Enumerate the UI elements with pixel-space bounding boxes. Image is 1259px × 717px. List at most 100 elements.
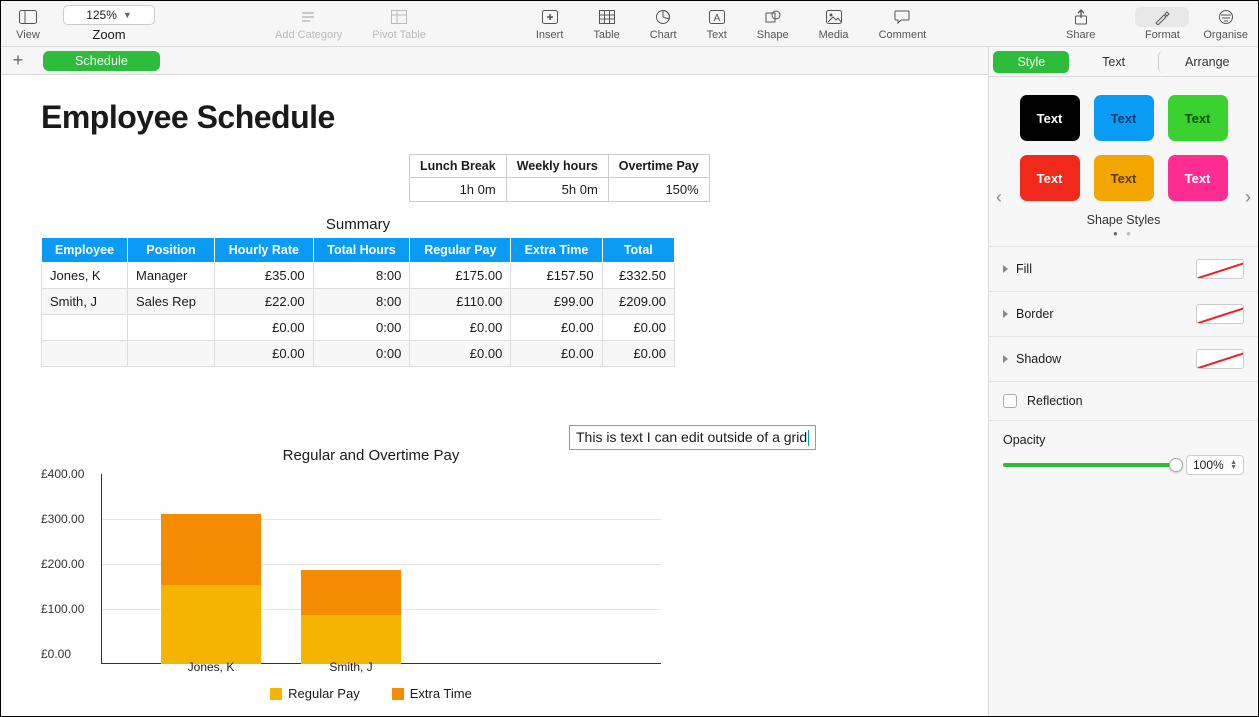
shape-styles-label: Shape Styles (989, 213, 1258, 227)
fill-swatch-none[interactable] (1196, 259, 1244, 279)
zoom-control[interactable]: 125% ▼ Zoom (63, 5, 155, 42)
tab-text[interactable]: Text (1078, 51, 1149, 73)
summary-table[interactable]: EmployeePositionHourly RateTotal HoursRe… (41, 237, 675, 367)
table-cell[interactable]: £0.00 (602, 341, 674, 367)
text-cursor (808, 430, 809, 446)
settings-table[interactable]: Lunch Break Weekly hours Overtime Pay 1h… (409, 154, 710, 202)
inspector-tabs: Style Text Arrange (989, 47, 1258, 77)
border-swatch-none[interactable] (1196, 304, 1244, 324)
document-canvas[interactable]: Employee Schedule Lunch Break Weekly hou… (1, 75, 990, 716)
table-cell[interactable]: Sales Rep (128, 289, 215, 315)
shape-style-swatch[interactable]: Text (1020, 95, 1080, 141)
table-cell[interactable]: £157.50 (511, 263, 602, 289)
table-cell[interactable]: £0.00 (511, 341, 602, 367)
shape-button[interactable]: Shape (757, 7, 789, 41)
format-label: Format (1145, 29, 1180, 41)
table-row[interactable]: £0.000:00£0.00£0.00£0.00 (42, 315, 675, 341)
table-cell[interactable]: £175.00 (410, 263, 511, 289)
organise-button[interactable]: Organise (1203, 1, 1248, 46)
table-cell[interactable] (42, 315, 128, 341)
media-icon (826, 7, 842, 27)
shape-style-swatch[interactable]: Text (1094, 155, 1154, 201)
table-row[interactable]: £0.000:00£0.00£0.00£0.00 (42, 341, 675, 367)
reflection-checkbox[interactable] (1003, 394, 1017, 408)
table-cell[interactable]: £0.00 (410, 341, 511, 367)
media-button[interactable]: Media (819, 7, 849, 41)
chart-x-tick: Jones, K (188, 660, 235, 674)
shadow-row[interactable]: Shadow (989, 336, 1258, 381)
add-category-button[interactable]: Add Category (275, 7, 342, 41)
chevron-right-icon (1003, 310, 1008, 318)
table-cell[interactable] (42, 341, 128, 367)
table-cell[interactable]: Smith, J (42, 289, 128, 315)
sheet-tab-schedule[interactable]: Schedule (43, 51, 160, 71)
table-cell[interactable]: 0:00 (313, 341, 410, 367)
opacity-field[interactable]: 100% ▲▼ (1186, 455, 1244, 475)
table-cell[interactable]: 8:00 (313, 289, 410, 315)
summary-header: Employee (42, 238, 128, 263)
opacity-stepper[interactable]: ▲▼ (1230, 460, 1237, 470)
table-cell[interactable]: £35.00 (215, 263, 314, 289)
table-cell[interactable]: £22.00 (215, 289, 314, 315)
shadow-label: Shadow (1016, 352, 1061, 366)
shape-style-swatch[interactable]: Text (1168, 95, 1228, 141)
style-prev-button[interactable]: ‹ (991, 187, 1007, 207)
table-cell[interactable]: 8:00 (313, 263, 410, 289)
table-cell[interactable] (128, 315, 215, 341)
view-button[interactable]: View (11, 1, 45, 46)
floating-text-content: This is text I can edit outside of a gri… (576, 429, 807, 445)
style-next-button[interactable]: › (1240, 187, 1256, 207)
shape-style-swatch[interactable]: Text (1020, 155, 1080, 201)
table-cell[interactable]: £209.00 (602, 289, 674, 315)
shape-style-swatch[interactable]: Text (1168, 155, 1228, 201)
settings-cell[interactable]: 5h 0m (506, 178, 608, 202)
opacity-section: Opacity 100% ▲▼ (989, 420, 1258, 487)
table-cell[interactable]: Jones, K (42, 263, 128, 289)
table-cell[interactable]: £110.00 (410, 289, 511, 315)
table-cell[interactable]: £0.00 (410, 315, 511, 341)
table-cell[interactable]: £332.50 (602, 263, 674, 289)
chart-button[interactable]: Chart (650, 7, 677, 41)
table-row[interactable]: Smith, JSales Rep£22.008:00£110.00£99.00… (42, 289, 675, 315)
tab-arrange[interactable]: Arrange (1158, 51, 1253, 73)
shape-style-swatch[interactable]: Text (1094, 95, 1154, 141)
share-button[interactable]: Share (1066, 1, 1095, 46)
pivot-table-icon (391, 7, 407, 27)
settings-cell[interactable]: 1h 0m (410, 178, 507, 202)
text-button[interactable]: A Text (707, 7, 727, 41)
chart-regular-overtime-pay[interactable]: Regular and Overtime Pay £0.00£100.00£20… (41, 447, 701, 703)
border-row[interactable]: Border (989, 291, 1258, 336)
opacity-slider[interactable] (1003, 463, 1176, 467)
comment-button[interactable]: Comment (879, 7, 927, 41)
tab-style[interactable]: Style (993, 51, 1069, 73)
shadow-swatch-none[interactable] (1196, 349, 1244, 369)
table-row[interactable]: Jones, KManager£35.008:00£175.00£157.50£… (42, 263, 675, 289)
table-cell[interactable]: 0:00 (313, 315, 410, 341)
table-cell[interactable]: £0.00 (215, 315, 314, 341)
reflection-row[interactable]: Reflection (989, 381, 1258, 420)
insert-button[interactable]: Insert (536, 7, 564, 41)
settings-header-weekly: Weekly hours (506, 155, 608, 178)
add-category-label: Add Category (275, 29, 342, 41)
add-sheet-button[interactable]: + (7, 50, 29, 72)
table-cell[interactable]: £99.00 (511, 289, 602, 315)
summary-title[interactable]: Summary (41, 216, 675, 233)
pivot-table-button[interactable]: Pivot Table (372, 7, 426, 41)
share-label: Share (1066, 29, 1095, 41)
table-cell[interactable]: £0.00 (511, 315, 602, 341)
summary-header: Extra Time (511, 238, 602, 263)
table-cell[interactable]: £0.00 (215, 341, 314, 367)
settings-cell[interactable]: 150% (608, 178, 709, 202)
table-cell[interactable]: £0.00 (602, 315, 674, 341)
floating-text-box[interactable]: This is text I can edit outside of a gri… (569, 425, 816, 450)
fill-row[interactable]: Fill (989, 246, 1258, 291)
app-toolbar: View 125% ▼ Zoom Add Category Pivot Tabl… (1, 1, 1258, 47)
table-cell[interactable] (128, 341, 215, 367)
table-cell[interactable]: Manager (128, 263, 215, 289)
table-button[interactable]: Table (593, 7, 619, 41)
page-title[interactable]: Employee Schedule (41, 99, 990, 136)
settings-header-lunch: Lunch Break (410, 155, 507, 178)
format-button[interactable]: Format (1135, 1, 1189, 46)
add-category-icon (300, 7, 318, 27)
comment-icon (894, 7, 910, 27)
